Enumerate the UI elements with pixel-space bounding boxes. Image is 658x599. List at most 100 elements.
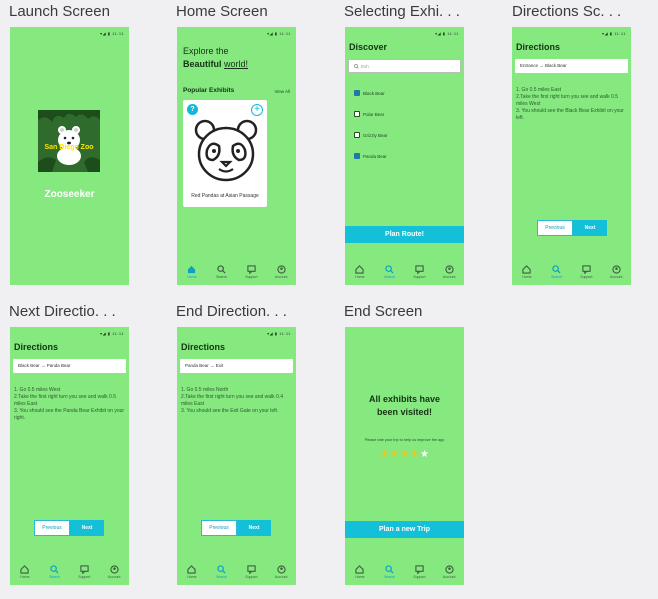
previous-button[interactable]: Previous bbox=[201, 520, 237, 536]
checkbox[interactable] bbox=[354, 132, 360, 138]
nav-account-label: Account bbox=[609, 275, 623, 279]
chat-icon bbox=[247, 265, 256, 274]
nav-account[interactable]: Account bbox=[438, 265, 460, 279]
chat-icon bbox=[415, 265, 424, 274]
nav-home[interactable]: Home bbox=[516, 265, 538, 279]
nav-account[interactable]: Account bbox=[270, 265, 292, 279]
nav-search[interactable]: Search bbox=[211, 265, 233, 279]
info-badge-icon[interactable]: ? bbox=[187, 104, 198, 115]
headline-line2: Beautiful world! bbox=[183, 58, 248, 71]
checkbox[interactable] bbox=[354, 111, 360, 117]
step-2: 2.Take the first right turn you see and … bbox=[516, 94, 618, 107]
nav-account[interactable]: Account bbox=[270, 565, 292, 579]
status-bar: ▾◢ ▮ 11:11 bbox=[435, 31, 459, 36]
end-headline: All exhibits have been visited! bbox=[368, 394, 441, 417]
nav-account[interactable]: Account bbox=[605, 265, 627, 279]
home-icon bbox=[355, 565, 365, 574]
chat-icon bbox=[415, 565, 424, 574]
search-icon bbox=[354, 63, 359, 69]
search-icon bbox=[50, 565, 59, 574]
bottom-nav: Home Search Support Account bbox=[10, 561, 129, 585]
step-2: 2.Take the first right turn you see and … bbox=[14, 394, 116, 407]
nav-support[interactable]: Support bbox=[240, 565, 262, 579]
page-title: Directions bbox=[14, 342, 59, 352]
nav-home[interactable]: Home bbox=[14, 565, 36, 579]
exhibit-checkbox-row[interactable]: Black Bear bbox=[354, 90, 385, 96]
route-field: Entrance → Black Bear bbox=[515, 59, 628, 73]
nav-search-label: Search bbox=[551, 275, 563, 279]
next-directions-screen: ▾◢ ▮ 11:11 Directions Black Bear → Panda… bbox=[10, 327, 129, 585]
star-filled-icon[interactable]: ★ bbox=[410, 450, 419, 460]
route-field: Panda Bear → Exit bbox=[180, 359, 293, 373]
rate-prompt: Please rate your trip to help us improve… bbox=[364, 438, 445, 442]
nav-home[interactable]: Home bbox=[181, 565, 203, 579]
nav-support[interactable]: Support bbox=[408, 565, 430, 579]
star-empty-icon[interactable]: ★ bbox=[420, 450, 429, 460]
previous-button[interactable]: Previous bbox=[537, 220, 573, 236]
nav-search-label: Search bbox=[216, 575, 228, 579]
nav-home-label: Home bbox=[187, 575, 197, 579]
previous-button[interactable]: Previous bbox=[34, 520, 70, 536]
home-icon bbox=[355, 265, 365, 274]
nav-search-label: Search bbox=[384, 575, 396, 579]
nav-account[interactable]: Account bbox=[438, 565, 460, 579]
page-title: Discover bbox=[349, 42, 388, 52]
plan-route-button[interactable]: Plan Route! bbox=[345, 226, 464, 243]
exhibit-checkbox-row[interactable]: Panda Bear bbox=[354, 153, 387, 159]
nav-account[interactable]: Account bbox=[103, 565, 125, 579]
view-all-link[interactable]: View All bbox=[274, 89, 290, 94]
chat-icon bbox=[247, 565, 256, 574]
nav-search[interactable]: Search bbox=[379, 565, 401, 579]
nav-support[interactable]: Support bbox=[240, 265, 262, 279]
star-filled-icon[interactable]: ★ bbox=[390, 450, 399, 460]
checkbox[interactable] bbox=[354, 153, 360, 159]
direction-buttons: Previous Next bbox=[201, 520, 271, 536]
search-placeholder: Exh bbox=[361, 63, 369, 69]
account-icon bbox=[611, 265, 621, 274]
next-button[interactable]: Next bbox=[573, 220, 607, 236]
step-3: 3. You should see the Panda Bear Exhibit… bbox=[14, 408, 125, 421]
next-frame-label: Next Directio. . . bbox=[9, 303, 116, 320]
nav-home-label: Home bbox=[522, 275, 532, 279]
end-directions-screen: ▾◢ ▮ 11:11 Directions Panda Bear → Exit … bbox=[177, 327, 296, 585]
nav-support-label: Support bbox=[580, 275, 593, 279]
exhibit-label: Polar Bear bbox=[363, 111, 385, 117]
bottom-nav: Home Search Support Account bbox=[345, 261, 464, 285]
step-1: 1. Go 0.5 miles East bbox=[516, 87, 562, 93]
nav-home-label: Home bbox=[355, 275, 365, 279]
bottom-nav: Home Search Support Account bbox=[177, 561, 296, 585]
nav-search[interactable]: Search bbox=[379, 265, 401, 279]
end-directions-frame-label: End Direction. . . bbox=[176, 303, 287, 320]
search-input[interactable]: Exh bbox=[348, 59, 461, 73]
nav-support[interactable]: Support bbox=[408, 265, 430, 279]
nav-search[interactable]: Search bbox=[44, 565, 66, 579]
nav-support[interactable]: Support bbox=[575, 265, 597, 279]
nav-search[interactable]: Search bbox=[211, 565, 233, 579]
star-rating[interactable]: ★ ★ ★ ★ ★ bbox=[345, 450, 464, 460]
chat-icon bbox=[80, 565, 89, 574]
checkbox[interactable] bbox=[354, 90, 360, 96]
star-filled-icon[interactable]: ★ bbox=[380, 450, 389, 460]
launch-frame-label: Launch Screen bbox=[9, 3, 110, 20]
plan-new-trip-button[interactable]: Plan a new Trip bbox=[345, 521, 464, 538]
nav-home-label: Home bbox=[355, 575, 365, 579]
exhibit-checkbox-row[interactable]: Grizzly Bear bbox=[354, 132, 388, 138]
nav-home[interactable]: Home bbox=[349, 265, 371, 279]
exhibit-card[interactable]: ? + Red Pandas at Asian Passage bbox=[183, 100, 267, 207]
next-button[interactable]: Next bbox=[70, 520, 104, 536]
nav-account-label: Account bbox=[274, 275, 288, 279]
search-icon bbox=[385, 265, 394, 274]
headline-link[interactable]: world! bbox=[224, 59, 248, 69]
nav-home[interactable]: Home bbox=[349, 565, 371, 579]
nav-support[interactable]: Support bbox=[73, 565, 95, 579]
nav-support-label: Support bbox=[413, 275, 426, 279]
add-exhibit-icon[interactable]: + bbox=[251, 104, 263, 116]
nav-search[interactable]: Search bbox=[546, 265, 568, 279]
direction-steps: 1. Go 0.5 miles West 2.Take the first ri… bbox=[14, 387, 126, 422]
nav-home-label: Home bbox=[20, 575, 30, 579]
next-button[interactable]: Next bbox=[237, 520, 271, 536]
nav-home[interactable]: Home bbox=[181, 265, 203, 279]
exhibit-checkbox-row[interactable]: Polar Bear bbox=[354, 111, 384, 117]
star-filled-icon[interactable]: ★ bbox=[400, 450, 409, 460]
selecting-frame-label: Selecting Exhi. . . bbox=[344, 3, 460, 20]
